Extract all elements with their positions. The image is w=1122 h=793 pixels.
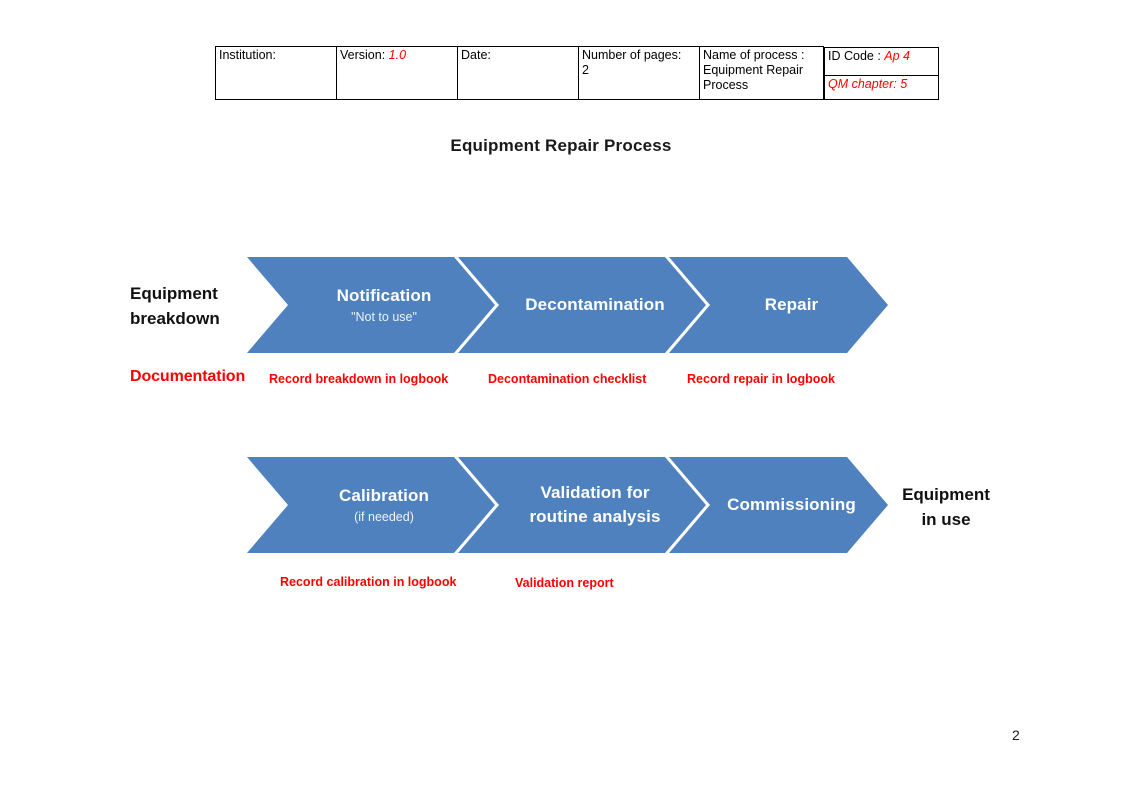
document-header-table: Institution: Version: 1.0 Date: Number o…: [215, 46, 939, 100]
flow-step-title: Decontamination: [525, 295, 665, 314]
flow-step-notification[interactable]: Notification "Not to use": [247, 257, 495, 353]
version-label: Version:: [340, 48, 386, 62]
cell-version: Version: 1.0: [336, 46, 458, 100]
flow-end-label-line1: Equipment: [902, 485, 990, 504]
table-row: ID Code : Ap 4: [824, 46, 939, 76]
pages-label: Number of pages:: [582, 48, 682, 62]
flow-start-label: Equipment breakdown: [130, 281, 245, 331]
process-flow-row-2: Calibration (if needed) Validation for r…: [247, 457, 888, 553]
page-title-text: Equipment Repair Process: [450, 136, 672, 155]
cell-id-code-group: ID Code : Ap 4 QM chapter: 5: [824, 46, 939, 100]
page-number: 2: [1012, 727, 1020, 743]
documentation-note-calibration: Record calibration in logbook: [280, 575, 457, 589]
version-value: 1.0: [388, 48, 407, 62]
flow-step-title: Calibration: [339, 485, 429, 505]
flow-step-calibration[interactable]: Calibration (if needed): [247, 457, 495, 553]
cell-date: Date:: [457, 46, 579, 100]
id-code-label: ID Code :: [828, 48, 881, 63]
institution-label: Institution:: [219, 48, 276, 62]
cell-number-of-pages: Number of pages: 2: [578, 46, 700, 100]
flow-start-label-line1: Equipment: [130, 284, 218, 303]
cell-qm-chapter: QM chapter: 5: [824, 74, 939, 100]
table-row: Institution: Version: 1.0 Date: Number o…: [215, 46, 939, 100]
flow-step-title: Repair: [764, 295, 819, 314]
process-value: Equipment Repair Process: [703, 63, 804, 92]
qm-chapter-text: QM chapter: 5: [828, 76, 908, 91]
process-flow-row-1: Notification "Not to use" Decontaminatio…: [247, 257, 888, 353]
flow-end-label: Equipment in use: [896, 482, 996, 532]
flow-step-title-line2: routine analysis: [529, 507, 661, 526]
id-code-value: Ap 4: [884, 48, 911, 63]
pages-value: 2: [582, 63, 589, 77]
cell-id-code: ID Code : Ap 4: [824, 46, 939, 76]
documentation-note-repair: Record repair in logbook: [687, 372, 835, 386]
flow-step-decontamination[interactable]: Decontamination: [458, 257, 706, 353]
documentation-note-notification: Record breakdown in logbook: [269, 372, 449, 386]
flow-step-validation[interactable]: Validation for routine analysis: [458, 457, 706, 553]
date-label: Date:: [461, 48, 491, 62]
page-title: Equipment Repair Process: [0, 136, 1122, 156]
flow-step-subtitle: (if needed): [354, 509, 414, 524]
process-label: Name of process :: [703, 48, 805, 62]
cell-institution: Institution:: [215, 46, 337, 100]
cell-name-of-process: Name of process : Equipment Repair Proce…: [699, 46, 824, 100]
table-row: QM chapter: 5: [824, 74, 939, 100]
documentation-heading: Documentation: [130, 368, 246, 385]
flow-step-title: Commissioning: [727, 495, 856, 514]
flow-end-label-line2: in use: [921, 510, 971, 529]
id-code-subtable: ID Code : Ap 4 QM chapter: 5: [824, 46, 939, 100]
flow-step-title: Notification: [336, 285, 432, 305]
flow-step-title-line1: Validation for: [540, 483, 650, 502]
flow-step-subtitle: "Not to use": [351, 309, 417, 324]
documentation-note-validation: Validation report: [515, 576, 614, 590]
documentation-note-decontamination: Decontamination checklist: [488, 372, 647, 386]
flow-start-label-line2: breakdown: [130, 309, 220, 328]
